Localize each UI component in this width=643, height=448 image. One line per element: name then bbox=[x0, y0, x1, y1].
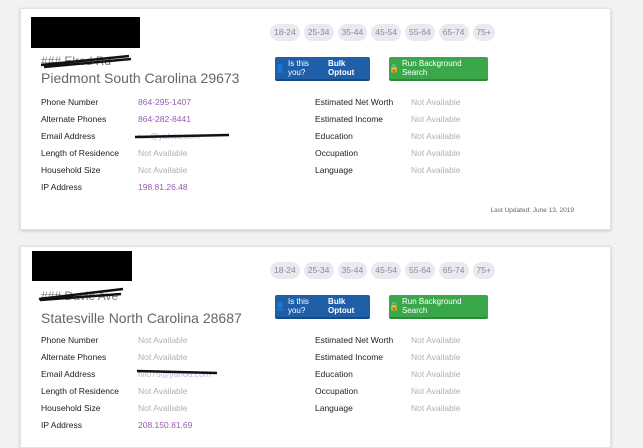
background-search-button[interactable]: 🔒 Run Background Search bbox=[389, 57, 488, 81]
field-label: Email Address bbox=[41, 369, 96, 379]
age-badge[interactable]: 35-44 bbox=[337, 262, 368, 279]
city-state-zip: Statesville North Carolina 28687 bbox=[41, 310, 242, 326]
field-label: Occupation bbox=[315, 148, 358, 158]
field-label: Occupation bbox=[315, 386, 358, 396]
result-card-1: ### Elrod Rd Piedmont South Carolina 296… bbox=[20, 8, 611, 230]
field-label: Length of Residence bbox=[41, 148, 119, 158]
field-label: Phone Number bbox=[41, 335, 99, 345]
phone-number-link[interactable]: 864-295-1407 bbox=[138, 95, 191, 109]
field-value: Not Available bbox=[411, 148, 461, 158]
result-card-2: ### Davie Ave Statesville North Carolina… bbox=[20, 246, 611, 448]
age-badge[interactable]: 18-24 bbox=[270, 24, 300, 41]
lock-icon: 🔒 bbox=[389, 301, 399, 311]
field-value: Not Available bbox=[138, 165, 188, 175]
field-value: Not Available bbox=[411, 114, 461, 124]
street-address: ### Elrod Rd bbox=[41, 54, 112, 68]
optout-prefix: Is this you? bbox=[287, 297, 309, 315]
age-badge[interactable]: 45-54 bbox=[371, 24, 401, 41]
field-label: Language bbox=[315, 165, 353, 175]
field-value: Not Available bbox=[138, 352, 188, 362]
user-icon: 👤 bbox=[275, 63, 285, 73]
field-value: Not Available bbox=[411, 403, 461, 413]
bulk-optout-button[interactable]: 👤 Is this you? Bulk Optout bbox=[275, 295, 370, 319]
age-badge[interactable]: 18-24 bbox=[270, 262, 300, 279]
field-label: Estimated Net Worth bbox=[315, 335, 394, 345]
field-label: IP Address bbox=[41, 420, 82, 430]
optout-prefix: Is this you? bbox=[287, 59, 309, 77]
ip-address-link[interactable]: 208.150.81.69 bbox=[138, 418, 192, 432]
age-range-badges: 18-24 25-34 35-44 45-54 55-64 65-74 75+ bbox=[270, 262, 495, 279]
redacted-name bbox=[32, 251, 132, 281]
bulk-optout-button[interactable]: 👤 Is this you? Bulk Optout bbox=[275, 57, 370, 81]
field-label: Alternate Phones bbox=[41, 352, 107, 362]
age-badge[interactable]: 55-64 bbox=[405, 24, 435, 41]
city-state-zip: Piedmont South Carolina 29673 bbox=[41, 70, 240, 86]
age-range-badges: 18-24 25-34 35-44 45-54 55-64 65-74 75+ bbox=[270, 24, 495, 41]
age-badge[interactable]: 25-34 bbox=[303, 24, 334, 41]
ip-address-link[interactable]: 198.81.26.48 bbox=[138, 180, 188, 194]
field-label: Length of Residence bbox=[41, 386, 119, 396]
email-link[interactable]: fvl075@yahoo.com bbox=[138, 367, 211, 381]
background-search-label: Run Background Search bbox=[401, 59, 462, 77]
redacted-name bbox=[31, 17, 140, 48]
field-label: Household Size bbox=[41, 403, 101, 413]
street-address: ### Davie Ave bbox=[41, 289, 119, 303]
field-value: Not Available bbox=[411, 335, 461, 345]
field-label: Estimated Net Worth bbox=[315, 97, 394, 107]
field-value: Not Available bbox=[138, 403, 188, 413]
optout-bold: Bulk Optout bbox=[328, 297, 355, 315]
optout-bold: Bulk Optout bbox=[328, 59, 355, 77]
age-badge[interactable]: 75+ bbox=[472, 24, 495, 41]
background-search-button[interactable]: 🔒 Run Background Search bbox=[389, 295, 488, 319]
field-value: Not Available bbox=[411, 386, 461, 396]
age-badge[interactable]: 75+ bbox=[472, 262, 495, 279]
field-label: Language bbox=[315, 403, 353, 413]
field-value: Not Available bbox=[138, 386, 188, 396]
field-label: Alternate Phones bbox=[41, 114, 107, 124]
age-badge[interactable]: 25-34 bbox=[303, 262, 334, 279]
age-badge[interactable]: 35-44 bbox=[337, 24, 368, 41]
field-label: IP Address bbox=[41, 182, 82, 192]
email-link[interactable]: r....@yahoo.com bbox=[138, 129, 200, 143]
field-value: Not Available bbox=[411, 352, 461, 362]
field-label: Email Address bbox=[41, 131, 96, 141]
field-value: Not Available bbox=[411, 97, 461, 107]
field-label: Household Size bbox=[41, 165, 101, 175]
field-label: Education bbox=[315, 369, 353, 379]
age-badge[interactable]: 65-74 bbox=[438, 262, 469, 279]
field-label: Estimated Income bbox=[315, 352, 384, 362]
field-value: Not Available bbox=[138, 335, 188, 345]
field-value: Not Available bbox=[138, 148, 188, 158]
field-label: Education bbox=[315, 131, 353, 141]
age-badge[interactable]: 55-64 bbox=[405, 262, 435, 279]
field-value: Not Available bbox=[411, 369, 461, 379]
age-badge[interactable]: 65-74 bbox=[438, 24, 469, 41]
field-value: Not Available bbox=[411, 131, 461, 141]
field-value: Not Available bbox=[411, 165, 461, 175]
field-label: Phone Number bbox=[41, 97, 99, 107]
user-icon: 👤 bbox=[275, 301, 285, 311]
age-badge[interactable]: 45-54 bbox=[371, 262, 401, 279]
lock-icon: 🔒 bbox=[389, 63, 399, 73]
alternate-phone-link[interactable]: 864-282-8441 bbox=[138, 112, 191, 126]
last-updated: Last Updated: June 13, 2019 bbox=[490, 207, 574, 214]
background-search-label: Run Background Search bbox=[401, 297, 462, 315]
field-label: Estimated Income bbox=[315, 114, 384, 124]
